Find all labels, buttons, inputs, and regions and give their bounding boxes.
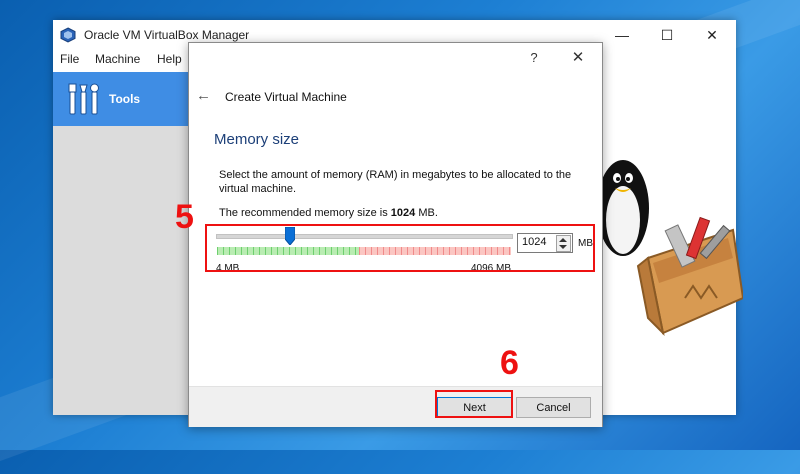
close-window-button[interactable]: ✕: [700, 24, 724, 46]
menu-machine[interactable]: Machine: [95, 52, 140, 66]
recommend-suffix: MB.: [415, 207, 438, 219]
tools-icon: [68, 83, 99, 115]
help-icon[interactable]: ?: [524, 50, 544, 65]
dialog-footer: Next Cancel: [189, 386, 602, 427]
tools-sidebar: Tools: [53, 72, 188, 415]
page-title: Memory size: [214, 131, 300, 148]
memory-description: Select the amount of memory (RAM) in meg…: [219, 169, 572, 195]
close-icon[interactable]: ✕: [567, 48, 589, 66]
back-arrow-icon[interactable]: ←: [196, 87, 211, 104]
virtualbox-logo-icon: [60, 27, 76, 43]
recommended-memory-text: The recommended memory size is 1024 MB.: [219, 207, 438, 219]
maximize-button[interactable]: ☐: [655, 24, 679, 46]
step5-highlight-box: [205, 224, 595, 272]
menu-file[interactable]: File: [60, 52, 79, 66]
recommend-prefix: The recommended memory size is: [219, 207, 391, 219]
step5-number: 5: [175, 198, 194, 236]
recommend-value: 1024: [390, 207, 416, 219]
sidebar-item-tools[interactable]: Tools: [53, 72, 188, 126]
main-window-title: Oracle VM VirtualBox Manager: [84, 28, 250, 42]
minimize-button[interactable]: —: [610, 24, 634, 46]
menu-help[interactable]: Help: [157, 52, 182, 66]
dialog-titlebar: ? ✕: [189, 43, 602, 73]
penguin-toolbox-icon: [597, 160, 743, 337]
step6-highlight-box: [435, 390, 513, 418]
wizard-title: Create Virtual Machine: [225, 90, 347, 104]
tools-label: Tools: [109, 92, 141, 106]
cancel-button[interactable]: Cancel: [516, 397, 591, 418]
step6-number: 6: [500, 344, 519, 382]
